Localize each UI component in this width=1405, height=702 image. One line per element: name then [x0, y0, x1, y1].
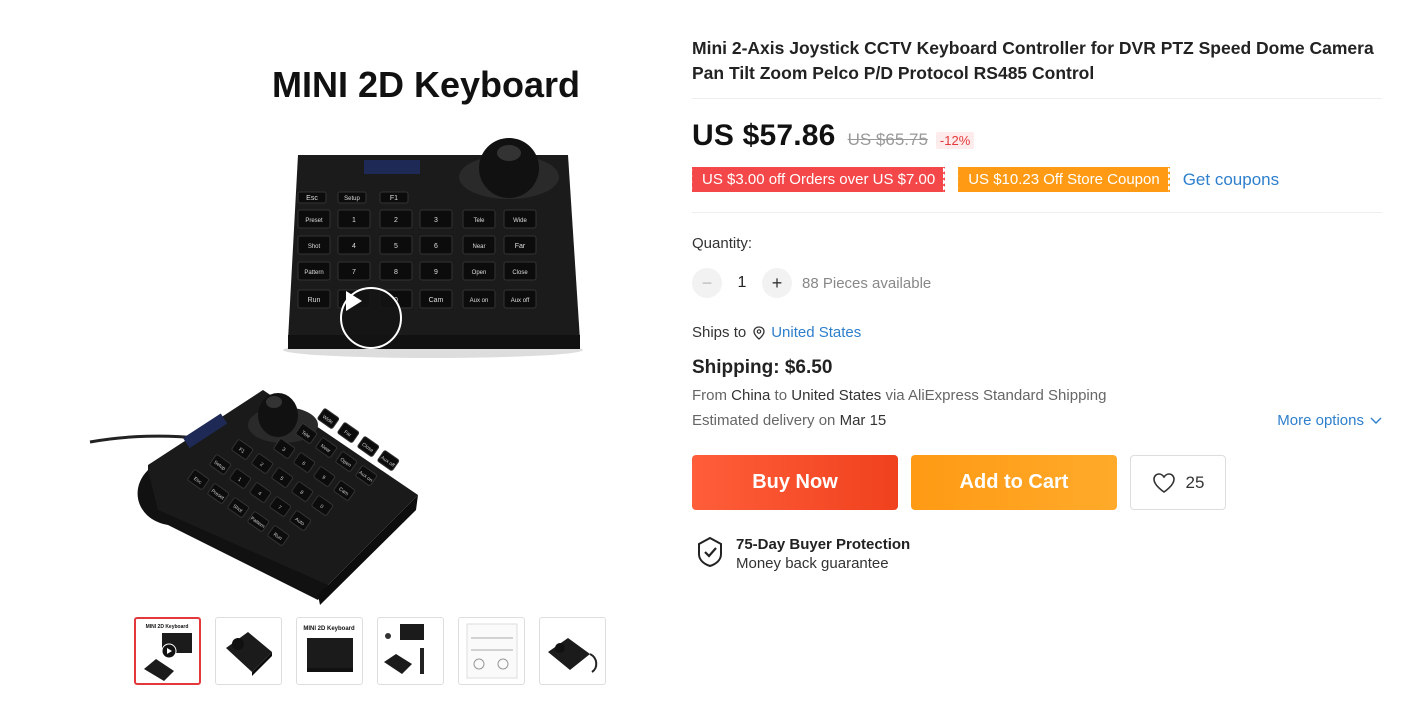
estimated-delivery-prefix: Estimated delivery on — [692, 412, 836, 429]
current-price: US $57.86 — [692, 119, 836, 152]
thumbnail-5-image — [466, 623, 518, 679]
keypad-key-label: Esc — [306, 195, 318, 202]
shipping-from-prefix: From — [692, 387, 727, 404]
thumbnail-strip: MINI 2D Keyboard MINI 2D Keyboard — [134, 617, 606, 685]
buyer-protection-subtitle: Money back guarantee — [736, 555, 889, 572]
quantity-label: Quantity: — [692, 235, 753, 252]
chevron-down-icon — [1370, 417, 1382, 424]
keypad-key-label: Pattern — [304, 270, 323, 276]
keypad-key-label: 5 — [394, 243, 398, 250]
discount-badge: -12% — [935, 132, 975, 149]
keypad-key-label: 4 — [352, 243, 356, 250]
thumbnail-4-image — [384, 624, 424, 674]
image-heading: MINI 2D Keyboard — [272, 64, 580, 105]
keypad-key-label: F1 — [390, 195, 398, 202]
keypad-key-label: Near — [472, 244, 485, 250]
shipping-to-word: to — [774, 387, 788, 404]
original-price: US $65.75 — [847, 130, 928, 149]
keypad-key-label: Open — [472, 270, 487, 276]
buyer-protection-text: 75-Day Buyer Protection Money back guara… — [736, 536, 910, 572]
thumbnail-1-caption: MINI 2D Keyboard — [146, 624, 189, 630]
keypad-key: Close — [357, 436, 380, 457]
quantity-increase-button[interactable]: + — [762, 268, 792, 298]
ships-to-row: Ships to United States — [692, 324, 1382, 341]
keypad-key-label: Aux off — [511, 298, 530, 304]
thumbnail-6[interactable] — [539, 617, 606, 685]
more-options-link[interactable]: More options — [1277, 412, 1382, 429]
buy-now-button[interactable]: Buy Now — [692, 455, 898, 510]
keypad-key-label: 3 — [434, 217, 438, 224]
keypad-key-label: Setup — [344, 196, 360, 202]
more-options-label: More options — [1277, 412, 1364, 429]
wishlist-button[interactable]: 25 — [1130, 455, 1226, 510]
shipping-destination: United States — [791, 387, 882, 404]
keypad-key-label: 1 — [352, 217, 356, 224]
shipping-method: via AliExpress Standard Shipping — [885, 387, 1107, 404]
keypad-key-label: 6 — [434, 243, 438, 250]
pieces-available: 88 Pieces available — [802, 274, 932, 292]
keypad-key-label: Aux on — [470, 298, 489, 304]
keypad-key-label: Preset — [305, 218, 323, 224]
shield-check-icon — [698, 536, 722, 568]
estimated-delivery-row: Estimated delivery on Mar 15 More option… — [692, 412, 1382, 429]
keypad-key-label: 9 — [434, 269, 438, 276]
action-buttons: Buy Now Add to Cart 25 — [692, 455, 1382, 510]
keypad-key-label: Shot — [308, 244, 321, 250]
buyer-protection-title: 75-Day Buyer Protection — [736, 536, 911, 553]
keypad-key-label: Cam — [429, 297, 444, 304]
estimated-delivery: Estimated delivery on Mar 15 — [692, 412, 886, 429]
thumbnail-3-caption: MINI 2D Keyboard — [303, 626, 355, 632]
quantity-stepper: − 1 + 88 Pieces available — [692, 268, 1382, 298]
keypad-key-label: Far — [515, 243, 526, 250]
thumbnail-2[interactable] — [215, 617, 282, 685]
thumbnail-1-image: MINI 2D Keyboard — [144, 624, 192, 681]
main-product-image[interactable]: MINI 2D Keyboard Esc Setup F1 Preset 1 2 3 Tele… — [88, 40, 608, 605]
thumbnail-2-image — [226, 632, 272, 676]
play-icon — [346, 291, 362, 311]
quantity-input[interactable]: 1 — [722, 274, 762, 292]
keypad-key-label: 8 — [394, 269, 398, 276]
wishlist-count: 25 — [1185, 472, 1205, 492]
play-video-button[interactable] — [340, 287, 402, 349]
keypad-key-label: Run — [308, 297, 321, 304]
shipping-origin: China — [731, 387, 771, 404]
price-row: US $57.86 US $65.75 -12% — [692, 119, 1382, 153]
keypad-key: Wide — [317, 408, 340, 429]
shipping-cost: Shipping: $6.50 — [692, 357, 833, 378]
keypad-key: Far — [337, 422, 360, 443]
get-coupons-link[interactable]: Get coupons — [1183, 170, 1279, 190]
coupon-store[interactable]: US $10.23 Off Store Coupon — [956, 167, 1172, 192]
coupon-row: US $3.00 off Orders over US $7.00 US $10… — [689, 167, 1382, 213]
product-title: Mini 2-Axis Joystick CCTV Keyboard Contr… — [692, 36, 1382, 99]
thumbnail-5[interactable] — [458, 617, 525, 685]
thumbnail-4[interactable] — [377, 617, 444, 685]
shipping-route: From China to United States via AliExpre… — [692, 387, 1382, 404]
buyer-protection: 75-Day Buyer Protection Money back guara… — [696, 536, 1382, 572]
keypad-key-label: Tele — [473, 218, 485, 224]
keypad-key-label: Close — [512, 270, 528, 276]
keypad-key: Aux off — [377, 450, 400, 471]
keypad-key-label: Wide — [513, 218, 527, 224]
quantity-decrease-button[interactable]: − — [692, 268, 722, 298]
thumbnail-3-image: MINI 2D Keyboard — [303, 626, 355, 672]
heart-icon — [1152, 472, 1175, 493]
thumbnail-3[interactable]: MINI 2D Keyboard — [296, 617, 363, 685]
estimated-delivery-date: Mar 15 — [839, 412, 887, 429]
ships-to-label: Ships to — [692, 324, 747, 341]
ships-to-destination[interactable]: United States — [771, 324, 861, 341]
thumbnail-1[interactable]: MINI 2D Keyboard — [134, 617, 201, 685]
keypad-key-label: 2 — [394, 217, 398, 224]
location-pin-icon — [753, 325, 765, 340]
product-info-panel: Mini 2-Axis Joystick CCTV Keyboard Contr… — [689, 36, 1382, 572]
thumbnail-6-image — [548, 638, 598, 673]
coupon-orders[interactable]: US $3.00 off Orders over US $7.00 — [689, 167, 948, 192]
keypad-key-label: 7 — [352, 269, 356, 276]
add-to-cart-button[interactable]: Add to Cart — [911, 455, 1117, 510]
